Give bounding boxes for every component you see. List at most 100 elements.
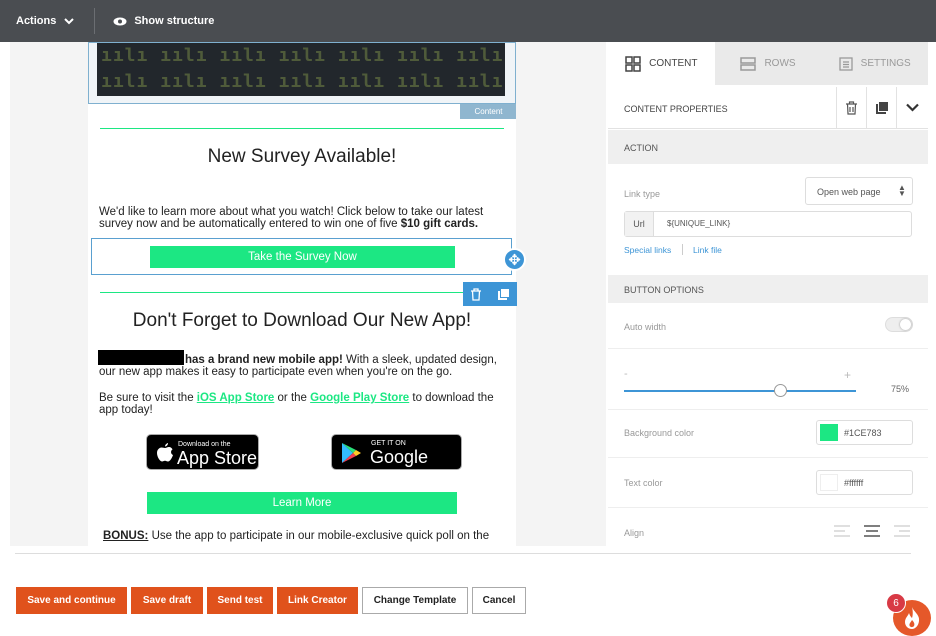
special-links-link[interactable]: Special links [624, 245, 671, 255]
show-structure-label: Show structure [134, 15, 215, 27]
app-store-small-text: Download on the [178, 441, 231, 448]
slider-value: 75% [891, 384, 910, 394]
footer-divider [15, 553, 911, 554]
cancel-button[interactable]: Cancel [472, 587, 526, 614]
delete-block-button[interactable] [836, 87, 866, 129]
editor-canvas[interactable]: ıılı ıılı ıılı ıılı ıılı ıılı ıılı ıılı … [10, 42, 606, 546]
ios-store-link[interactable]: iOS App Store [197, 392, 275, 404]
top-toolbar: Actions Show structure [0, 0, 936, 42]
action-section-header: ACTION [608, 130, 928, 164]
auto-width-toggle[interactable] [885, 317, 913, 332]
survey-heading: New Survey Available! [207, 146, 397, 167]
slider-handle[interactable] [774, 384, 787, 397]
tab-content[interactable]: CONTENT [608, 42, 715, 85]
link-type-select[interactable]: Open web page ▲ ▼ [805, 177, 913, 205]
link-type-label: Link type [624, 189, 661, 199]
action-section-title: ACTION [624, 143, 659, 153]
survey-paragraph: We'd like to learn more about what you w… [99, 206, 509, 230]
panel-tabs: CONTENT ROWS SETTINGS [608, 42, 928, 85]
divider [100, 128, 504, 129]
header-image-block[interactable]: ıılı ıılı ıılı ıılı ıılı ıılı ıılı ıılı … [88, 42, 516, 104]
chevron-down-icon [906, 103, 919, 112]
grid-icon [625, 55, 641, 72]
background-color-label: Background color [624, 428, 695, 438]
move-handle-icon[interactable]: ✥ [503, 248, 526, 271]
text-color-swatch [820, 474, 838, 491]
actions-label: Actions [16, 15, 57, 27]
url-label: Url [625, 212, 654, 236]
show-structure-toggle[interactable]: Show structure [113, 15, 214, 27]
google-play-small-text: GET IT ON [371, 440, 406, 447]
image-pattern-row: ıılı ıılı ıılı ıılı ıılı ıılı ıılı ıılı [101, 71, 505, 92]
learn-more-button[interactable]: Learn More [147, 492, 457, 514]
bonus-text: Use the app to participate in our mobile… [148, 530, 490, 542]
flame-icon [905, 607, 920, 629]
app-heading: Don't Forget to Download Our New App! [132, 310, 472, 331]
take-survey-button[interactable]: Take the Survey Now [150, 246, 455, 268]
align-label: Align [624, 528, 645, 538]
select-arrows-icon: ▲ ▼ [898, 183, 906, 198]
duplicate-icon [876, 101, 889, 114]
app-text-bold: has a brand new mobile app! [185, 354, 343, 366]
settings-icon [839, 56, 853, 71]
chevron-down-icon [64, 18, 75, 25]
actions-menu[interactable]: Actions [16, 15, 75, 27]
toolbar-divider [94, 8, 96, 34]
tab-settings-label: SETTINGS [860, 58, 911, 69]
app-store-text: App Store [177, 448, 258, 468]
collapse-button[interactable] [896, 87, 928, 129]
eye-icon [113, 17, 127, 25]
app-store-badge[interactable]: Download on the App Store [146, 434, 259, 470]
align-right-icon[interactable] [894, 525, 910, 537]
app-paragraph: has a brand new mobile app! With a sleek… [99, 354, 509, 378]
store-text-1: Be sure to visit the [99, 392, 197, 404]
width-slider[interactable] [624, 384, 856, 397]
text-color-value: #ffffff [844, 478, 864, 488]
image-pattern-row: ıılı ıılı ıılı ıılı ıılı ıılı ıılı ıılı [101, 45, 505, 66]
store-paragraph: Be sure to visit the iOS App Store or th… [99, 392, 509, 416]
bonus-label: BONUS: [103, 530, 149, 542]
block-toolbar [463, 282, 517, 306]
link-file-link[interactable]: Link file [693, 245, 722, 255]
change-template-button[interactable]: Change Template [362, 587, 468, 614]
button-options-header: BUTTON OPTIONS [608, 275, 928, 303]
align-left-icon[interactable] [834, 525, 850, 537]
duplicate-block-button[interactable] [866, 87, 896, 129]
link-separator [682, 244, 683, 255]
divider [608, 507, 928, 508]
divider [608, 348, 928, 349]
tab-rows-label: ROWS [764, 58, 796, 69]
url-field[interactable]: Url ${UNIQUE_LINK} [624, 211, 912, 237]
duplicate-icon[interactable] [497, 287, 510, 301]
bonus-paragraph: BONUS: Use the app to participate in our… [103, 530, 513, 542]
tab-content-label: CONTENT [649, 58, 698, 69]
background-color-picker[interactable]: #1CE783 [816, 420, 913, 445]
slider-minus: - [624, 368, 628, 380]
align-center-icon[interactable] [864, 525, 880, 537]
text-color-picker[interactable]: #ffffff [816, 470, 913, 495]
google-play-link[interactable]: Google Play Store [310, 392, 409, 404]
google-play-badge[interactable]: GET IT ON Google Play [331, 434, 462, 488]
save-and-continue-button[interactable]: Save and continue [16, 587, 127, 614]
header-image: ıılı ıılı ıılı ıılı ıılı ıılı ıılı ıılı … [97, 43, 505, 96]
tab-rows[interactable]: ROWS [715, 42, 822, 85]
divider [608, 409, 928, 410]
background-color-value: #1CE783 [844, 428, 882, 438]
trash-icon [846, 101, 857, 115]
link-creator-button[interactable]: Link Creator [277, 587, 358, 614]
trash-icon[interactable] [470, 287, 482, 301]
survey-text-bold: $10 gift cards. [400, 218, 479, 230]
slider-plus: + [844, 368, 852, 382]
button-options-title: BUTTON OPTIONS [624, 285, 704, 295]
save-draft-button[interactable]: Save draft [131, 587, 203, 614]
url-value: ${UNIQUE_LINK} [667, 219, 731, 228]
send-test-button[interactable]: Send test [207, 587, 273, 614]
divider [608, 457, 928, 458]
notification-badge: 6 [886, 593, 906, 613]
email-preview[interactable]: ıılı ıılı ıılı ıılı ıılı ıılı ıılı ıılı … [88, 42, 516, 546]
divider [100, 292, 504, 293]
tab-settings[interactable]: SETTINGS [821, 42, 928, 85]
text-color-label: Text color [624, 478, 663, 488]
toggle-knob [900, 319, 911, 330]
auto-width-label: Auto width [624, 322, 667, 332]
